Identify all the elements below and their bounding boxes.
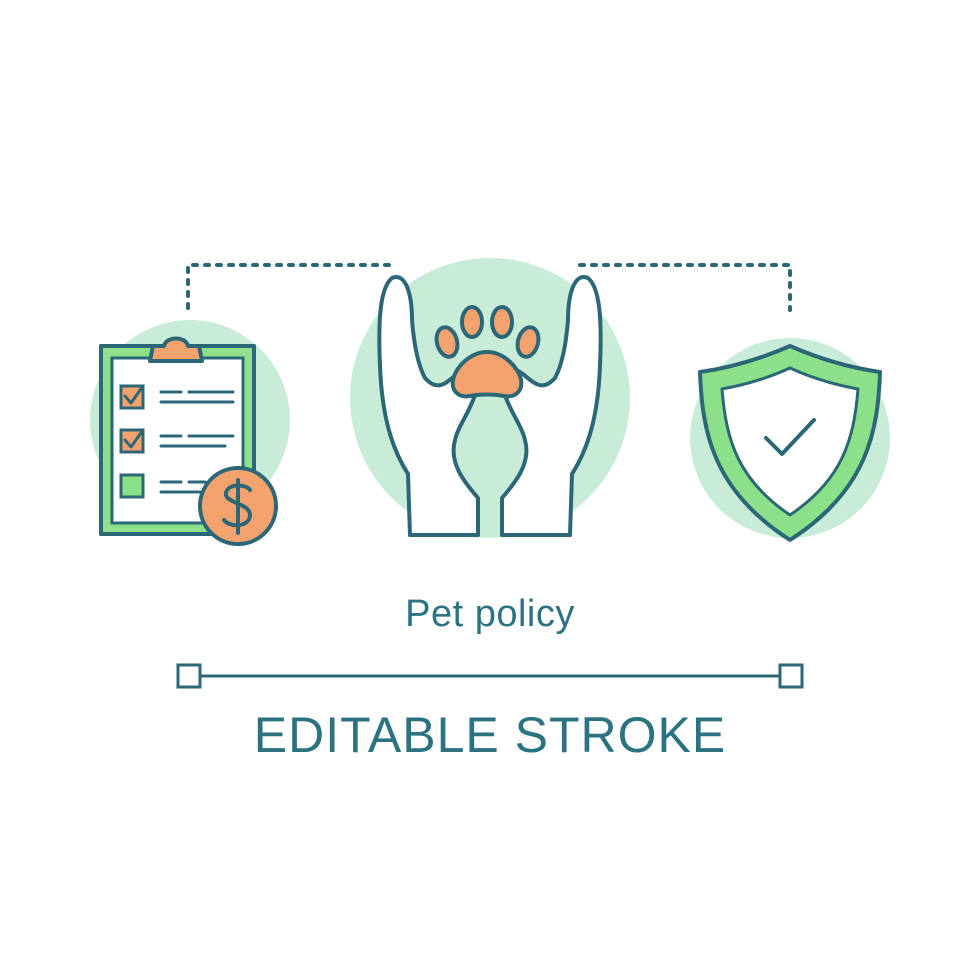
hands-holding-paw-icon <box>350 258 630 538</box>
editable-stroke-caption: EDITABLE STROKE <box>253 707 727 763</box>
dotted-connector-right <box>578 263 792 312</box>
dotted-connector-left <box>186 263 397 310</box>
dollar-coin-icon <box>198 466 278 546</box>
shield-check-icon <box>690 338 890 542</box>
divider-handle-right <box>778 663 804 689</box>
divider-handle-left <box>176 663 202 689</box>
concept-title: Pet policy <box>405 593 575 635</box>
divider-line <box>176 663 804 689</box>
pet-policy-illustration <box>90 258 890 689</box>
